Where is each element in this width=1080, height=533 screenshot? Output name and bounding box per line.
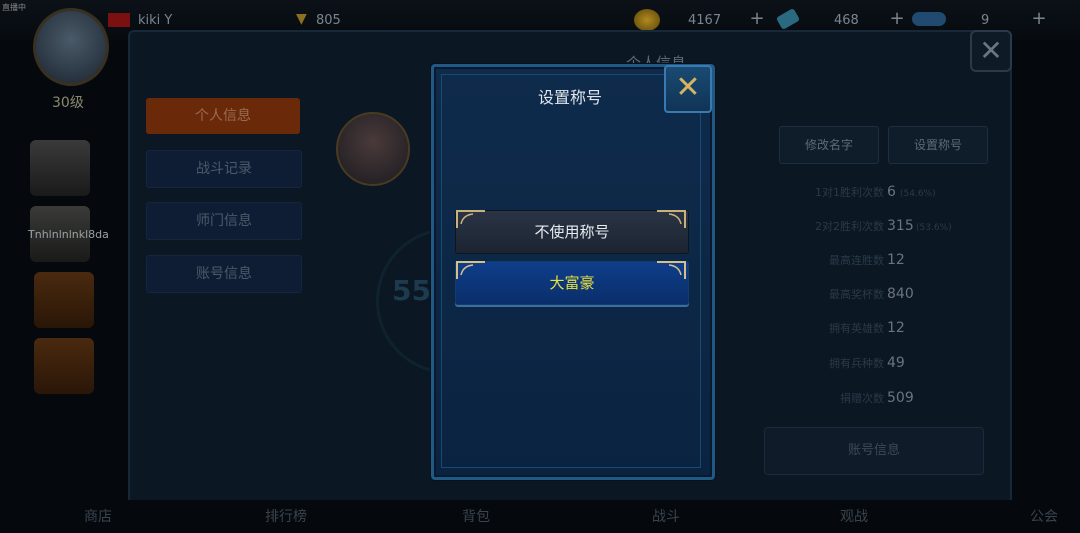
stat-value: 6	[887, 184, 896, 200]
stat-label: 最高连胜数	[829, 254, 884, 267]
nav-spectate[interactable]: 观战	[840, 506, 868, 526]
add-diamonds-button[interactable]: +	[1030, 10, 1048, 28]
gold-amount: 4167	[688, 13, 722, 28]
player-level: 30级	[52, 95, 84, 111]
score-value: 55	[392, 274, 431, 307]
tab-personal-info[interactable]: 个人信息	[146, 98, 300, 134]
trophy-count: 805	[316, 13, 341, 28]
trophy-icon: ▼	[296, 11, 307, 27]
stat-label: 2对2胜利次数	[815, 220, 884, 233]
chest-icon[interactable]	[34, 338, 94, 394]
stat-value: 12	[887, 252, 905, 268]
tab-battle-record[interactable]: 战斗记录	[146, 150, 302, 188]
stat-row: 2对2胜利次数 315 (53.6%)	[780, 218, 990, 240]
stat-percent: (54.6%)	[900, 189, 936, 199]
stat-row: 1对1胜利次数 6 (54.6%)	[780, 184, 990, 206]
ornament-corner-icon	[455, 259, 489, 281]
bottom-nav	[0, 500, 1080, 533]
stat-label: 最高奖杯数	[829, 288, 884, 301]
gold-coin-icon	[634, 9, 660, 31]
account-info-button[interactable]: 账号信息	[764, 427, 984, 475]
add-gold-button[interactable]: +	[748, 10, 766, 28]
nav-shop[interactable]: 商店	[84, 506, 112, 526]
ornament-corner-icon	[455, 208, 489, 230]
nav-guild[interactable]: 公会	[1030, 506, 1058, 526]
tab-account-info[interactable]: 账号信息	[146, 255, 302, 293]
chest-icon[interactable]	[30, 140, 90, 196]
stat-row: 最高连胜数 12	[780, 252, 990, 274]
set-title-button[interactable]: 设置称号	[888, 126, 988, 164]
nav-leaderboard[interactable]: 排行榜	[265, 506, 307, 526]
close-x-icon[interactable]: ✕	[664, 65, 712, 113]
stat-value: 315	[887, 218, 914, 234]
nav-battle[interactable]: 战斗	[652, 506, 680, 526]
player-nickname: kiki Y	[138, 13, 173, 28]
tab-mentor-info[interactable]: 师门信息	[146, 202, 302, 240]
stat-value: 12	[887, 320, 905, 336]
profile-avatar	[336, 112, 410, 186]
add-gems-button[interactable]: +	[888, 10, 906, 28]
stat-label: 捐赠次数	[840, 392, 884, 405]
stat-label: 拥有英雄数	[829, 322, 884, 335]
diamond-icon	[912, 12, 946, 26]
stat-label: 拥有兵种数	[829, 357, 884, 370]
stat-row: 拥有兵种数 49	[780, 355, 990, 377]
stat-value: 509	[887, 390, 914, 406]
stat-row: 拥有英雄数 12	[780, 320, 990, 342]
rename-button[interactable]: 修改名字	[779, 126, 879, 164]
stat-value: 840	[887, 286, 914, 302]
stat-row: 捐赠次数 509	[780, 390, 990, 412]
panel-close-button[interactable]: ✕	[970, 30, 1012, 72]
country-flag-icon	[108, 13, 130, 27]
ornament-corner-icon	[653, 259, 687, 281]
player-avatar[interactable]	[33, 8, 109, 86]
gem-amount: 468	[834, 13, 859, 28]
nav-backpack[interactable]: 背包	[462, 506, 490, 526]
ornament-corner-icon	[653, 208, 687, 230]
stat-label: 1对1胜利次数	[815, 186, 884, 199]
stat-percent: (53.6%)	[916, 223, 952, 233]
stat-value: 49	[887, 355, 905, 371]
chest-icon[interactable]	[34, 272, 94, 328]
diamond-amount: 9	[981, 13, 990, 28]
stat-row: 最高奖杯数 840	[780, 286, 990, 308]
status-text: 直播中	[2, 3, 26, 12]
chest-label: Tnhlnlnlnkl8da	[28, 228, 109, 241]
